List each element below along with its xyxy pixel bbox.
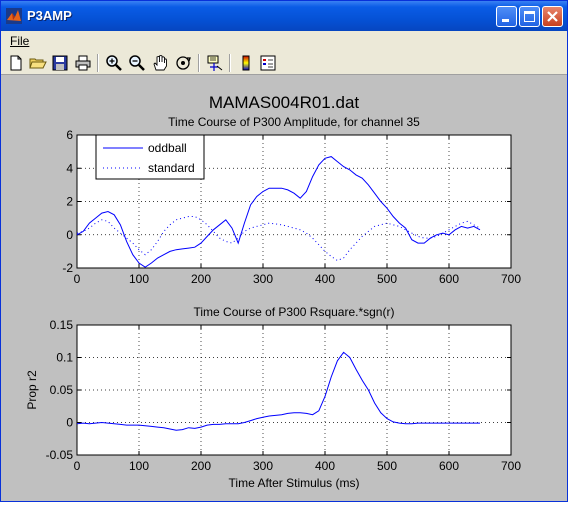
y-tick-label: -2: [62, 261, 73, 275]
window-title: P3AMP: [27, 8, 72, 23]
minimize-icon: [502, 19, 509, 22]
save-icon[interactable]: [50, 53, 70, 73]
x-tick-label: 100: [129, 459, 149, 473]
title-bar[interactable]: P3AMP: [1, 1, 567, 31]
close-button[interactable]: [542, 6, 563, 27]
y-tick-label: 0.15: [50, 318, 74, 332]
pan-hand-icon[interactable]: [150, 53, 170, 73]
x-tick-label: 700: [501, 459, 521, 473]
figure-area: MAMAS004R01.dat Time Course of P300 Ampl…: [1, 75, 567, 501]
y-tick-label: 0: [66, 416, 73, 430]
close-icon: [547, 11, 558, 22]
app-window: P3AMP File MAMAS004R01.dat Time Course o…: [0, 0, 568, 502]
toolbar-separator: [198, 54, 200, 72]
toolbar: [1, 51, 567, 75]
x-tick-label: 400: [315, 459, 335, 473]
x-tick-label: 200: [191, 459, 211, 473]
toolbar-separator: [229, 54, 231, 72]
rotate-3d-icon[interactable]: [173, 53, 193, 73]
maximize-button[interactable]: [519, 6, 540, 27]
legend: oddball standard: [95, 134, 205, 180]
y-tick-label: 4: [66, 161, 73, 175]
x-tick-label: 500: [377, 272, 397, 286]
matlab-icon: [6, 8, 22, 24]
y-tick-label: 0.1: [56, 351, 73, 365]
legend-label-standard: standard: [148, 161, 195, 175]
figure-canvas: MAMAS004R01.dat Time Course of P300 Ampl…: [25, 93, 521, 490]
x-tick-label: 200: [191, 272, 211, 286]
x-tick-label: 500: [377, 459, 397, 473]
menu-bar: File: [1, 31, 567, 51]
y-axis-label: Prop r2: [25, 370, 39, 410]
y-tick-label: 6: [66, 128, 73, 142]
x-tick-label: 700: [501, 272, 521, 286]
y-tick-label: 0.05: [50, 383, 74, 397]
new-file-icon[interactable]: [6, 53, 26, 73]
colorbar-icon[interactable]: [236, 53, 256, 73]
rsquare-chart-title: Time Course of P300 Rsquare.*sgn(r): [194, 305, 395, 319]
open-folder-icon[interactable]: [28, 53, 48, 73]
x-tick-label: 0: [74, 272, 81, 286]
amplitude-axes: Time Course of P300 Amplitude, for chann…: [62, 115, 521, 286]
print-icon[interactable]: [73, 53, 93, 73]
x-tick-label: 300: [253, 459, 273, 473]
y-tick-label: -0.05: [46, 448, 74, 462]
minimize-button[interactable]: [496, 6, 517, 27]
figure-title: MAMAS004R01.dat: [209, 93, 360, 112]
legend-label-oddball: oddball: [148, 141, 187, 155]
legend-icon[interactable]: [258, 53, 278, 73]
toolbar-separator: [97, 54, 99, 72]
x-tick-label: 400: [315, 272, 335, 286]
x-axis-label: Time After Stimulus (ms): [229, 476, 360, 490]
x-tick-label: 600: [439, 459, 459, 473]
maximize-icon: [524, 11, 535, 22]
x-tick-label: 0: [74, 459, 81, 473]
zoom-in-icon[interactable]: [104, 53, 124, 73]
menu-file[interactable]: File: [10, 34, 29, 48]
y-tick-label: 0: [66, 228, 73, 242]
x-tick-label: 600: [439, 272, 459, 286]
y-tick-label: 2: [66, 195, 73, 209]
data-cursor-icon[interactable]: [205, 53, 225, 73]
x-tick-label: 300: [253, 272, 273, 286]
rsquare-axes: Time Course of P300 Rsquare.*sgn(r) 0 100…: [25, 305, 521, 490]
amplitude-chart-title: Time Course of P300 Amplitude, for chann…: [168, 115, 420, 129]
x-tick-label: 100: [129, 272, 149, 286]
zoom-out-icon[interactable]: [127, 53, 147, 73]
